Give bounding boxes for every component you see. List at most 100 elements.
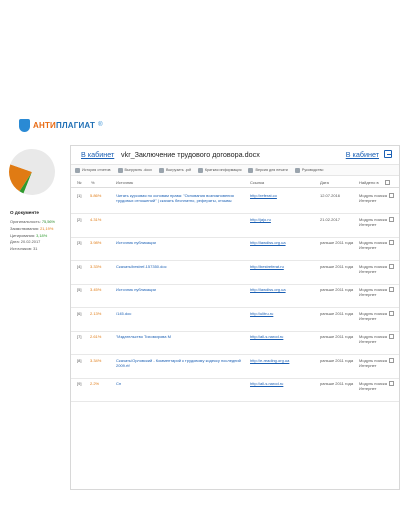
row-date: раньше 2011 года <box>320 357 354 363</box>
row-date: раньше 2011 года <box>320 334 354 339</box>
row-number: [3] <box>77 240 82 245</box>
row-checkbox[interactable] <box>389 357 394 363</box>
row-date: раньше 2011 года <box>320 381 354 386</box>
table-row: [8] 3.34% Скачать/Орловский - Комментарий … <box>71 355 399 379</box>
row-percent: 3.33% <box>90 263 102 269</box>
back-to-cabinet-link[interactable]: В кабинет <box>81 150 114 159</box>
row-found-in: Модуль поиска Интернет <box>359 357 387 368</box>
row-number: [1] <box>77 193 82 198</box>
stat-original: Оригинальность: 75,56% <box>10 219 56 224</box>
toolbar-item-label: Выгрузить .docx <box>124 168 153 172</box>
toolbar-item-label: Руководство <box>301 168 324 172</box>
back-to-cabinet-link-right[interactable]: В кабинет <box>346 150 379 159</box>
row-link[interactable]: http://jajo.ru <box>250 217 271 222</box>
row-link[interactable]: http://e-reading.org.ua <box>250 358 289 363</box>
row-number: [2] <box>77 216 82 222</box>
row-percent: 5.86% <box>90 193 102 198</box>
table-header: № % Источник Ссылка Дата Найдено в <box>71 178 399 188</box>
row-link[interactable]: http://lawdiss.org.ua <box>250 287 286 292</box>
stat-borrowing: Заимствования: 21,19% <box>10 225 54 231</box>
row-link[interactable]: http://ulitru.ru <box>250 311 273 316</box>
table-row: [9] 2.2% Сн http://all-s.narod.ru раньше 201… <box>71 378 399 402</box>
report-panel: В кабинет vkr_Заключение трудового догов… <box>70 145 400 490</box>
row-number: [8] <box>77 357 82 363</box>
print-icon <box>248 167 254 173</box>
table-row: [3] 3.98% Источник публикации http://lawdis… <box>71 237 399 261</box>
row-source[interactable]: "Издательство Тихомирова М <box>116 334 251 339</box>
row-checkbox[interactable] <box>389 381 394 386</box>
col-pct[interactable]: % <box>91 180 95 185</box>
row-number: [7] <box>77 334 82 339</box>
toolbar-item-label: Версия для печати <box>255 168 288 172</box>
manual-icon <box>294 167 300 173</box>
row-number: [6] <box>77 310 82 316</box>
table-row: [6] 2.13% /145.doc http://ulitru.ru раньше 2… <box>71 308 399 332</box>
row-link[interactable]: http://bestreferat.ru <box>250 264 284 269</box>
row-checkbox[interactable] <box>389 216 394 222</box>
row-source[interactable]: Читать курсовая по основам права: "Основ… <box>116 193 251 203</box>
col-num[interactable]: № <box>77 180 81 185</box>
sidebar-title: О документе <box>10 210 39 215</box>
stat-citation: Цитирования: 3,18% <box>10 232 48 238</box>
row-checkbox[interactable] <box>389 334 394 339</box>
row-date: раньше 2011 года <box>320 240 354 245</box>
row-date: раньше 2011 года <box>320 287 354 292</box>
row-checkbox[interactable] <box>389 263 394 269</box>
col-link[interactable]: Ссылка <box>250 180 264 185</box>
row-source[interactable]: /145.doc <box>116 311 251 316</box>
row-source[interactable]: Скачать/bestref-157350.doc <box>116 264 251 269</box>
toolbar-item[interactable]: Выгрузить .docx <box>117 167 153 173</box>
stat-sources: Источников: 31 <box>10 246 38 252</box>
toolbar-item-label: Выгрузить .pdf <box>166 168 191 172</box>
col-date[interactable]: Дата <box>320 180 329 185</box>
brand-name-part2: ПЛАГИАТ <box>56 120 96 130</box>
row-link[interactable]: http://referat.co <box>250 193 277 198</box>
antiplagiat-logo: АНТИПЛАГИАТ ® <box>19 118 103 132</box>
document-name: vkr_Заключение трудового договора.docx <box>121 150 260 159</box>
table-row: [7] 2.61% "Издательство Тихомирова Мhttp:/… <box>71 331 399 355</box>
row-date: 12.07.2016 <box>320 193 341 198</box>
row-source[interactable]: Сн <box>116 381 251 386</box>
toolbar-item-label: Краткая информация <box>204 168 242 172</box>
col-source[interactable]: Источник <box>116 180 133 185</box>
row-checkbox[interactable] <box>389 310 394 316</box>
table-row: [4] 3.33% Скачать/bestref-157350.doc http:/… <box>71 261 399 285</box>
exit-icon[interactable] <box>384 150 392 158</box>
pdf-icon <box>159 167 165 173</box>
brand-name-part1: АНТИ <box>33 120 56 130</box>
row-percent: 2.13% <box>90 310 102 316</box>
row-link[interactable]: http://all-s.narod.ru <box>250 334 283 339</box>
row-link[interactable]: http://all-s.narod.ru <box>250 381 283 386</box>
toolbar-item[interactable]: Краткая информация <box>197 167 242 173</box>
select-all-checkbox[interactable] <box>385 180 390 185</box>
col-found[interactable]: Найдено в <box>359 180 379 185</box>
table-row: [2] 4.31% http://jajo.ru 21.02.2017 Модуль п… <box>71 214 399 238</box>
toolbar-item[interactable]: История отчетов <box>75 167 111 173</box>
shield-logo-icon <box>19 118 30 132</box>
row-source[interactable]: Источник публикации <box>116 287 251 292</box>
stat-date: Дата: 20.02.2017 <box>10 239 41 245</box>
row-checkbox[interactable] <box>389 240 394 245</box>
row-percent: 3.98% <box>90 240 102 245</box>
row-found-in: Модуль поиска Интернет <box>359 287 387 298</box>
row-found-in: Модуль поиска Интернет <box>359 240 387 251</box>
registered-mark: ® <box>98 122 103 128</box>
row-date: раньше 2011 года <box>320 263 354 269</box>
history-icon <box>75 167 80 173</box>
row-found-in: Модуль поиска Интернет <box>359 381 387 392</box>
row-number: [5] <box>77 287 82 292</box>
originality-pie-chart <box>8 149 55 195</box>
toolbar-item-label: История отчетов <box>82 168 111 172</box>
row-checkbox[interactable] <box>389 287 394 292</box>
toolbar-item[interactable]: Выгрузить .pdf <box>159 167 191 173</box>
row-found-in: Модуль поиска Интернет <box>359 334 387 345</box>
row-link[interactable]: http://lawdiss.org.ua <box>250 240 286 245</box>
table-row: [5] 3.45% Источник публикации http://lawdis… <box>71 284 399 308</box>
row-source[interactable]: Скачать/Орловский - Комментарий к трудов… <box>116 358 251 368</box>
document-stats: Оригинальность: 75,56% Заимствования: 21… <box>10 219 55 253</box>
row-source[interactable]: Источник публикации <box>116 240 251 245</box>
row-checkbox[interactable] <box>389 193 394 198</box>
toolbar-item[interactable]: Версия для печати <box>248 167 288 173</box>
row-found-in: Модуль поиска Интернет <box>359 263 387 274</box>
toolbar-item[interactable]: Руководство <box>294 167 324 173</box>
